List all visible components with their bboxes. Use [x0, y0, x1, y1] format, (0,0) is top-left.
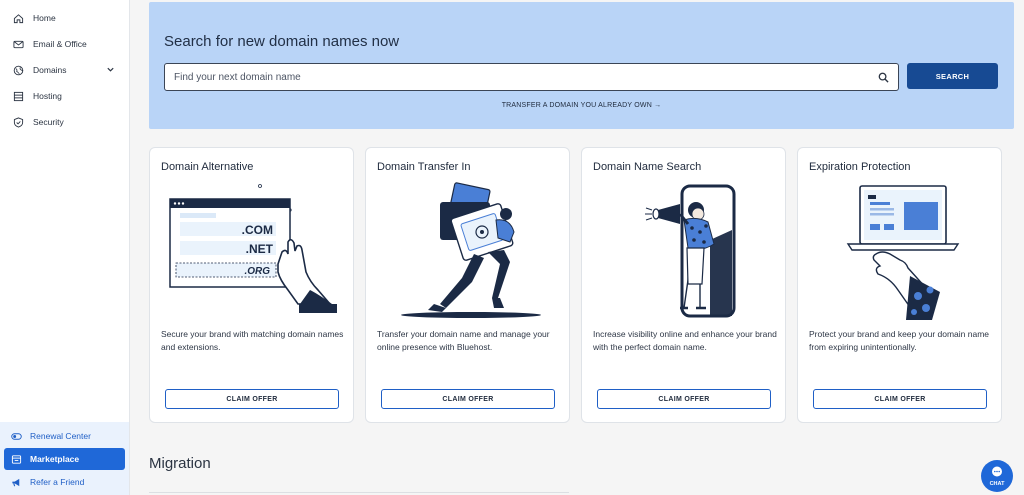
- search-heading: Search for new domain names now: [164, 33, 400, 50]
- search-icon[interactable]: [878, 72, 889, 83]
- chat-label: CHAT: [989, 481, 1005, 487]
- expiration-protection-illustration: [846, 185, 960, 320]
- sidebar-item-label: Renewal Center: [30, 431, 91, 441]
- sidebar-item-email-office[interactable]: Email & Office: [0, 31, 129, 57]
- sidebar-item-label: Email & Office: [33, 39, 87, 49]
- claim-offer-button[interactable]: CLAIM OFFER: [165, 389, 339, 409]
- transfer-domain-link[interactable]: TRANSFER A DOMAIN YOU ALREADY OWN →: [149, 102, 1014, 109]
- sidebar-item-label: Domains: [33, 65, 67, 75]
- card-expiration-protection: Expiration Protection Protect your brand…: [797, 147, 1002, 423]
- chat-icon: [992, 466, 1002, 477]
- shield-icon: [12, 116, 24, 128]
- card-description: Protect your brand and keep your domain …: [809, 329, 990, 352]
- sidebar-item-label: Marketplace: [30, 454, 80, 464]
- server-icon: [12, 90, 24, 102]
- card-description: Secure your brand with matching domain n…: [161, 329, 344, 352]
- claim-offer-button[interactable]: CLAIM OFFER: [381, 389, 555, 409]
- search-box: [164, 63, 899, 91]
- sidebar-item-renewal-center[interactable]: Renewal Center: [0, 424, 129, 448]
- domain-name-search-illustration: [645, 184, 736, 318]
- domain-search-input[interactable]: [165, 64, 845, 90]
- sidebar-nav: Home Email & Office Domains Hosting Secu…: [0, 0, 129, 135]
- home-icon: [12, 12, 24, 24]
- toggle-icon: [10, 430, 22, 442]
- mail-icon: [12, 38, 24, 50]
- claim-offer-button[interactable]: CLAIM OFFER: [813, 389, 987, 409]
- sidebar-item-label: Security: [33, 117, 64, 127]
- sidebar-item-security[interactable]: Security: [0, 109, 129, 135]
- card-title: Domain Transfer In: [377, 161, 471, 173]
- sidebar-item-marketplace[interactable]: Marketplace: [4, 448, 125, 470]
- sidebar-item-home[interactable]: Home: [0, 5, 129, 31]
- chevron-down-icon[interactable]: [106, 65, 115, 76]
- illustration-label-org: .ORG: [244, 266, 270, 277]
- sidebar-item-label: Refer a Friend: [30, 477, 85, 487]
- claim-offer-button[interactable]: CLAIM OFFER: [597, 389, 771, 409]
- megaphone-icon: [10, 476, 22, 488]
- card-domain-alternative: Domain Alternative .COM .NET .ORG Secure…: [149, 147, 354, 423]
- card-description: Increase visibility online and enhance y…: [593, 329, 777, 352]
- card-title: Expiration Protection: [809, 161, 911, 173]
- sidebar: Home Email & Office Domains Hosting Secu…: [0, 0, 130, 495]
- sidebar-item-hosting[interactable]: Hosting: [0, 83, 129, 109]
- card-domain-transfer-in: Domain Transfer In Transfer your domain …: [365, 147, 570, 423]
- sidebar-item-domains[interactable]: Domains: [0, 57, 129, 83]
- card-title: Domain Name Search: [593, 161, 702, 173]
- illustration-label-com: .COM: [242, 223, 273, 237]
- card-description: Transfer your domain name and manage you…: [377, 329, 550, 352]
- store-icon: [10, 453, 22, 465]
- globe-icon: [12, 64, 24, 76]
- card-title: Domain Alternative: [161, 161, 254, 173]
- sidebar-bottom: Renewal Center Marketplace Refer a Frien…: [0, 422, 129, 495]
- sidebar-item-label: Home: [33, 13, 56, 23]
- search-button[interactable]: SEARCH: [907, 63, 998, 89]
- arrow-right-icon: →: [654, 102, 662, 109]
- sidebar-item-label: Hosting: [33, 91, 62, 101]
- migration-heading: Migration: [149, 455, 211, 472]
- sidebar-item-refer-a-friend[interactable]: Refer a Friend: [0, 470, 129, 494]
- transfer-domain-label: TRANSFER A DOMAIN YOU ALREADY OWN: [501, 102, 652, 109]
- domain-search-banner: Search for new domain names now SEARCH T…: [149, 2, 1014, 129]
- chat-button[interactable]: CHAT: [981, 460, 1013, 492]
- illustration-label-net: .NET: [246, 242, 274, 256]
- card-domain-name-search: Domain Name Search Increase visibility o…: [581, 147, 786, 423]
- domain-transfer-illustration: [401, 182, 541, 318]
- domain-alternative-illustration: .COM .NET .ORG: [169, 184, 337, 313]
